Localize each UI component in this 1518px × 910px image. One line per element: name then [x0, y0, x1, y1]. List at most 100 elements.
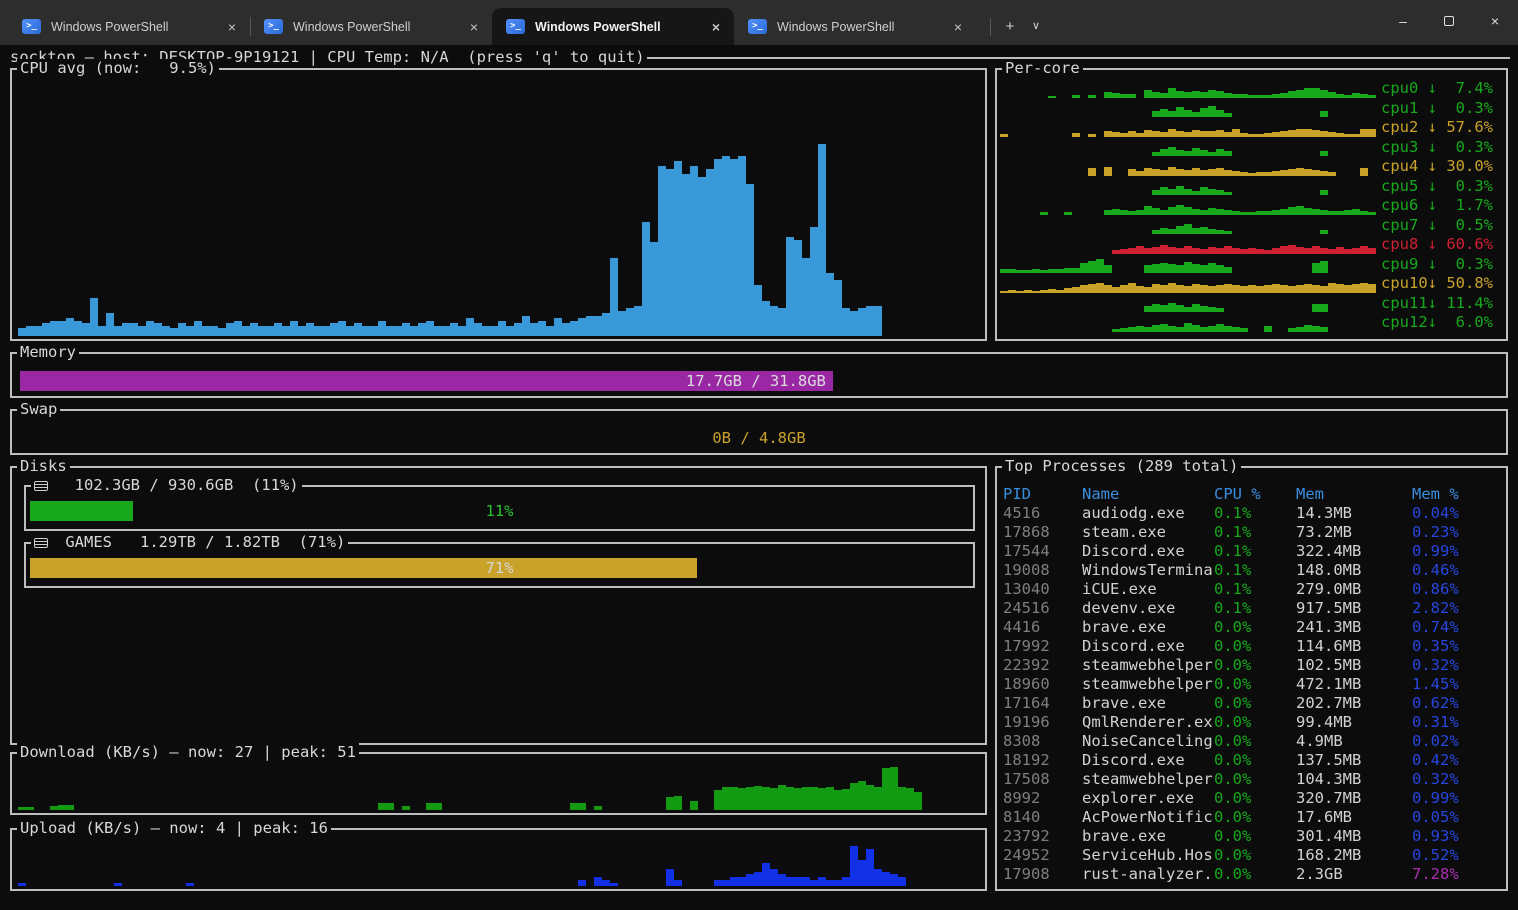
chart-bar: [1256, 249, 1264, 254]
chart-bar: [578, 880, 586, 886]
process-mem-percent: 0.99%: [1412, 789, 1502, 808]
process-mem-percent: 2.82%: [1412, 599, 1502, 618]
chart-bar: [1336, 211, 1344, 215]
chart-bar: [1352, 134, 1360, 137]
chart-bar: [58, 321, 66, 336]
core-row: cpu5 ↓ 0.3%: [1000, 177, 1500, 197]
chart-bar: [1144, 90, 1152, 98]
app-status-line: socktop — host: DESKTOP-9P19121 | CPU Te…: [10, 48, 1510, 67]
chart-bar: [1128, 131, 1136, 137]
core-label: cpu1 ↓ 0.3%: [1381, 99, 1493, 118]
terminal-screen: socktop — host: DESKTOP-9P19121 | CPU Te…: [0, 45, 1518, 910]
process-row: 19008 WindowsTermina 0.1% 148.0MB 0.46%: [1003, 561, 1502, 580]
chart-bar: [410, 326, 418, 336]
chart-bar: [1216, 91, 1224, 98]
tab-close-icon[interactable]: ×: [466, 19, 482, 35]
process-cpu: 0.0%: [1214, 675, 1296, 694]
chart-bar: [850, 311, 858, 336]
core-row: cpu12↓ 6.0%: [1000, 313, 1500, 333]
chart-bar: [346, 326, 354, 336]
chart-bar: [1256, 95, 1264, 98]
chart-bar: [1232, 171, 1240, 176]
chart-bar: [1112, 209, 1120, 215]
chart-bar: [138, 326, 146, 336]
chart-bar: [1096, 259, 1104, 273]
process-name: NoiseCanceling: [1082, 732, 1214, 751]
chart-bar: [338, 321, 346, 336]
tab-dropdown-button[interactable]: ∨: [1023, 14, 1049, 39]
chart-bar: [1208, 169, 1216, 176]
process-cpu: 0.0%: [1214, 789, 1296, 808]
core-sparkline: [1000, 159, 1376, 176]
chart-bar: [706, 169, 714, 336]
chart-bar: [1152, 111, 1160, 117]
chart-bar: [306, 323, 314, 336]
tab-windows-powershell[interactable]: >_ Windows PowerShell ×: [734, 8, 976, 45]
chart-bar: [1120, 133, 1128, 137]
chart-bar: [114, 883, 122, 886]
chart-bar: [1128, 94, 1136, 98]
chart-bar: [1184, 246, 1192, 254]
close-button[interactable]: ×: [1472, 0, 1518, 42]
chart-bar: [386, 803, 394, 810]
chart-bar: [1072, 95, 1080, 98]
process-row: 18960 steamwebhelper 0.0% 472.1MB 1.45%: [1003, 675, 1502, 694]
chart-bar: [834, 880, 842, 886]
chart-bar: [1312, 170, 1320, 176]
chart-bar: [714, 880, 722, 886]
chart-bar: [1144, 130, 1152, 137]
chart-bar: [1080, 263, 1088, 273]
chart-bar: [394, 326, 402, 336]
maximize-button[interactable]: [1426, 0, 1472, 42]
chart-bar: [1240, 328, 1248, 332]
chart-bar: [1152, 304, 1160, 312]
chart-bar: [602, 880, 610, 886]
process-mem: 137.5MB: [1296, 751, 1412, 770]
chart-bar: [26, 326, 34, 336]
download-panel: Download (KB/s) — now: 27 | peak: 51: [10, 752, 987, 815]
chart-bar: [1248, 173, 1256, 176]
chart-bar: [1184, 207, 1192, 215]
chart-bar: [1280, 285, 1288, 293]
chart-bar: [1368, 284, 1376, 293]
tab-windows-powershell[interactable]: >_ Windows PowerShell ×: [250, 8, 492, 45]
chart-bar: [1120, 328, 1128, 332]
process-table-header: PID Name CPU % Mem Mem %: [1003, 485, 1502, 504]
chart-bar: [1224, 113, 1232, 117]
chart-bar: [810, 787, 818, 810]
process-row: 23792 brave.exe 0.0% 301.4MB 0.93%: [1003, 827, 1502, 846]
chart-bar: [1208, 307, 1216, 312]
chart-bar: [818, 788, 826, 810]
chart-bar: [770, 306, 778, 336]
chart-bar: [1152, 131, 1160, 137]
tab-close-icon[interactable]: ×: [708, 19, 724, 35]
chart-bar: [354, 323, 362, 336]
process-row: 17544 Discord.exe 0.1% 322.4MB 0.99%: [1003, 542, 1502, 561]
process-mem: 241.3MB: [1296, 618, 1412, 637]
tab-bar: >_ Windows PowerShell × >_ Windows Power…: [0, 0, 1518, 45]
process-cpu: 0.0%: [1214, 732, 1296, 751]
chart-bar: [1296, 206, 1304, 215]
chart-bar: [1176, 226, 1184, 234]
chart-bar: [466, 318, 474, 336]
tab-close-icon[interactable]: ×: [224, 19, 240, 35]
chart-bar: [1160, 170, 1168, 176]
new-tab-button[interactable]: +: [997, 14, 1023, 39]
chart-bar: [1192, 209, 1200, 215]
minimize-button[interactable]: –: [1380, 0, 1426, 42]
tab-windows-powershell[interactable]: >_ Windows PowerShell ×: [8, 8, 250, 45]
chart-bar: [1088, 284, 1096, 293]
chart-bar: [1088, 95, 1096, 98]
chart-bar: [826, 880, 834, 886]
chart-bar: [1208, 152, 1216, 156]
tab-close-icon[interactable]: ×: [950, 19, 966, 35]
chart-bar: [1200, 150, 1208, 156]
chart-bar: [802, 787, 810, 810]
chart-bar: [330, 323, 338, 336]
chart-bar: [1304, 284, 1312, 293]
chart-bar: [1264, 285, 1272, 293]
chart-bar: [1064, 268, 1072, 273]
chart-bar: [762, 787, 770, 810]
chart-bar: [1320, 131, 1328, 137]
tab-windows-powershell[interactable]: >_ Windows PowerShell ×: [492, 8, 734, 45]
